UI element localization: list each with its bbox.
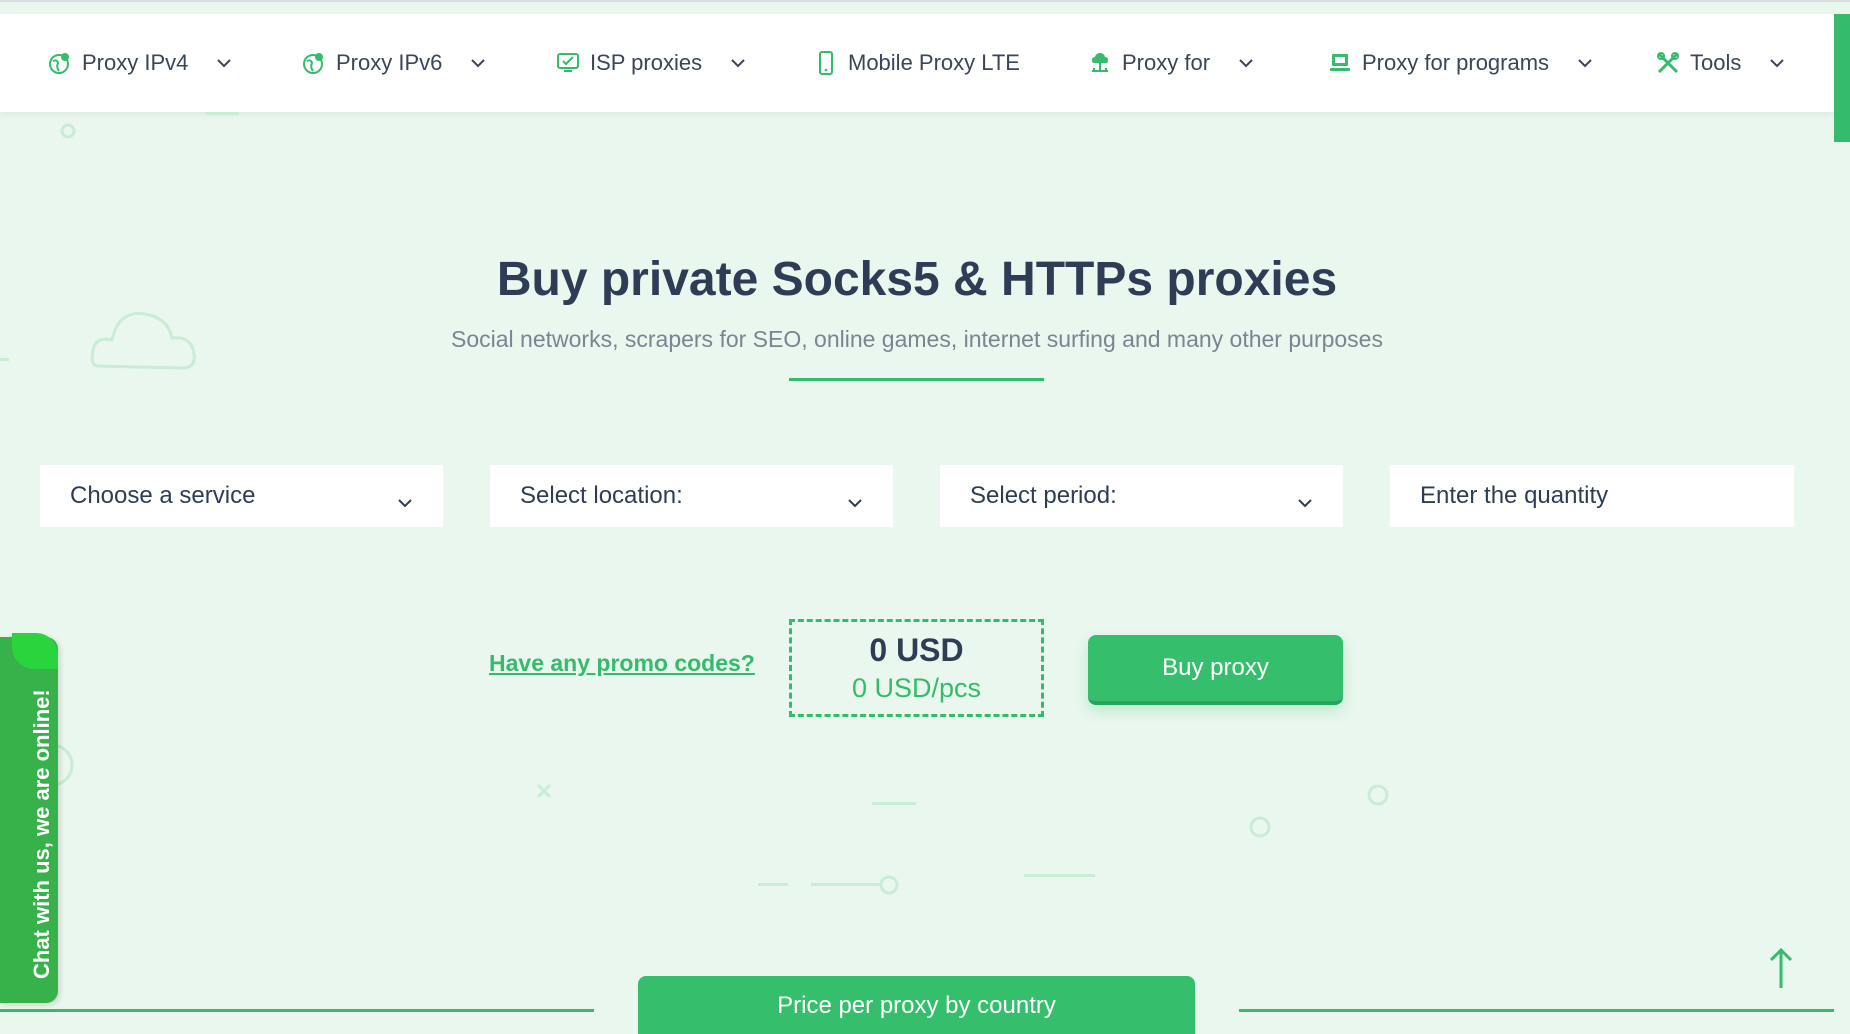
scroll-to-top-arrow-icon[interactable] xyxy=(1766,946,1796,990)
chevron-down-icon xyxy=(1297,487,1313,515)
buy-proxy-button[interactable]: Buy proxy xyxy=(1088,635,1343,705)
promo-code-link[interactable]: Have any promo codes? xyxy=(489,650,755,677)
chat-widget-tab[interactable]: Chat with us, we are online! xyxy=(0,633,58,1003)
page-title: Buy private Socks5 & HTTPs proxies xyxy=(496,253,1338,306)
chevron-down-icon xyxy=(470,58,486,68)
cloud-network-icon xyxy=(1088,51,1112,75)
nav-item-label: ISP proxies xyxy=(590,50,703,75)
scrollbar-thumb[interactable] xyxy=(1834,14,1850,142)
tools-icon xyxy=(1656,51,1680,75)
location-select[interactable]: Select location: xyxy=(490,465,893,527)
monitor-check-icon xyxy=(556,51,580,75)
main-navbar: Proxy IPv4 Proxy IPv6 ISP proxies Mobile… xyxy=(0,14,1834,112)
period-select-value: Select period: xyxy=(970,482,1117,509)
chevron-down-icon xyxy=(1577,58,1593,68)
chat-bubble-icon xyxy=(12,633,58,669)
total-price: 0 USD xyxy=(869,632,964,668)
nav-item-proxy-ipv4[interactable]: Proxy IPv4 xyxy=(48,14,232,112)
nav-item-label: Proxy IPv4 xyxy=(82,50,189,75)
nav-item-mobile-proxy-lte[interactable]: Mobile Proxy LTE xyxy=(814,14,1020,112)
top-border xyxy=(0,0,1850,2)
divider-left xyxy=(0,1009,594,1012)
nav-item-label: Mobile Proxy LTE xyxy=(848,50,1020,75)
chevron-down-icon xyxy=(216,58,232,68)
divider-right xyxy=(1239,1009,1834,1012)
location-select-value: Select location: xyxy=(520,482,683,509)
nav-item-label: Tools xyxy=(1690,50,1742,75)
chevron-down-icon xyxy=(1769,58,1785,68)
price-by-country-button[interactable]: Price per proxy by country xyxy=(638,976,1195,1034)
title-underline xyxy=(789,378,1044,381)
chevron-down-icon xyxy=(730,58,746,68)
nav-item-proxy-for-programs[interactable]: Proxy for programs xyxy=(1328,14,1593,112)
globe-pin-icon xyxy=(302,51,326,75)
chevron-down-icon xyxy=(1238,58,1254,68)
page-subtitle: Social networks, scrapers for SEO, onlin… xyxy=(451,326,1383,352)
nav-item-tools[interactable]: Tools xyxy=(1656,14,1785,112)
service-select[interactable]: Choose a service xyxy=(40,465,443,527)
laptop-icon xyxy=(1328,51,1352,75)
nav-item-label: Proxy for xyxy=(1122,50,1211,75)
globe-pin-icon xyxy=(48,51,72,75)
nav-item-proxy-ipv6[interactable]: Proxy IPv6 xyxy=(302,14,486,112)
chevron-down-icon xyxy=(847,487,863,515)
price-summary: 0 USD 0 USD/pcs xyxy=(789,619,1044,717)
nav-item-label: Proxy IPv6 xyxy=(336,50,443,75)
nav-item-proxy-for[interactable]: Proxy for xyxy=(1088,14,1254,112)
chevron-down-icon xyxy=(397,487,413,515)
smartphone-icon xyxy=(814,51,838,75)
quantity-input[interactable] xyxy=(1390,465,1794,527)
service-select-value: Choose a service xyxy=(70,482,256,509)
nav-item-label: Proxy for programs xyxy=(1362,50,1550,75)
nav-item-isp-proxies[interactable]: ISP proxies xyxy=(556,14,746,112)
chat-label: Chat with us, we are online! xyxy=(29,689,54,979)
unit-price: 0 USD/pcs xyxy=(851,673,982,703)
period-select[interactable]: Select period: xyxy=(940,465,1343,527)
